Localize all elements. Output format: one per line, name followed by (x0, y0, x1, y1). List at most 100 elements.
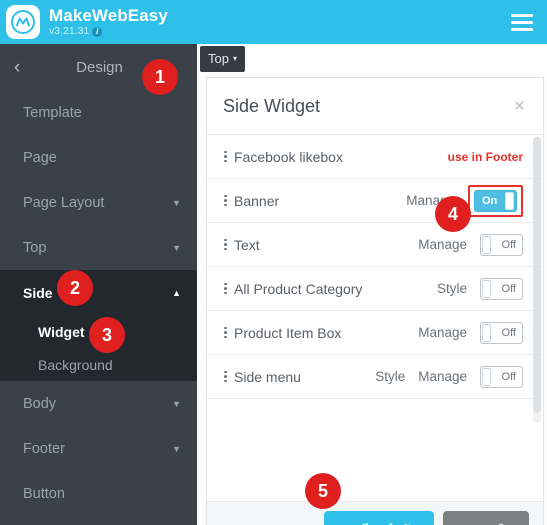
side-widget-panel: Side Widget × Facebook likebox use in Fo… (206, 77, 544, 525)
widget-toggle[interactable]: On (474, 189, 517, 212)
panel-footer: ✔ เรียงลำดับ ✖ ยกเลิก (207, 501, 543, 525)
sidebar-item-top[interactable]: Top ▼ (0, 225, 197, 270)
app-root: MakeWebEasy v3.21.31 i ‹ Design Template… (0, 0, 547, 525)
table-row[interactable]: Side menu Style Manage Off (207, 355, 543, 399)
row-actions: use in Footer (448, 150, 523, 164)
usage-note: use in Footer (447, 149, 523, 164)
close-icon[interactable]: × (514, 97, 525, 116)
widget-toggle[interactable]: Off (480, 321, 523, 344)
content-area: Top ▾ Side Widget × Facebook likebox use… (197, 44, 547, 525)
drag-handle-icon[interactable] (220, 282, 231, 295)
widget-list: Facebook likebox use in Footer Banner Ma… (207, 135, 543, 501)
widget-name: All Product Category (234, 280, 363, 297)
toggle-label: Off (501, 370, 516, 383)
drag-handle-icon[interactable] (220, 326, 231, 339)
widget-toggle[interactable]: Off (480, 365, 523, 388)
widget-toggle[interactable]: Off (480, 277, 523, 300)
panel-header: Side Widget × (207, 78, 543, 135)
sidebar-item-label: Page Layout (23, 194, 105, 211)
sidebar-item-button[interactable]: Button (0, 471, 197, 516)
drag-handle-icon[interactable] (220, 238, 231, 251)
toggle-knob (505, 191, 514, 210)
toggle-label: Off (501, 238, 516, 251)
content-topbar: Top ▾ (197, 44, 547, 72)
table-row[interactable]: Banner Manage On (207, 179, 543, 223)
sidebar-item-template[interactable]: Template (0, 90, 197, 135)
sort-confirm-button[interactable]: ✔ เรียงลำดับ (324, 510, 434, 525)
toggle-knob (482, 323, 491, 342)
style-link[interactable]: Style (437, 281, 467, 296)
sidebar: ‹ Design Template Page Page Layout ▼ Top… (0, 44, 197, 525)
sidebar-item-label: Template (23, 104, 82, 121)
sidebar-item-page-layout[interactable]: Page Layout ▼ (0, 180, 197, 225)
row-actions: Style Off (437, 277, 523, 300)
cancel-button[interactable]: ✖ ยกเลิก (442, 510, 529, 525)
table-row[interactable]: Text Manage Off (207, 223, 543, 267)
makewebeasy-logo-icon (6, 5, 40, 39)
sidebar-item-label: Side (23, 284, 53, 301)
toggle-highlight-marker: On (468, 184, 523, 217)
manage-link[interactable]: Manage (418, 369, 467, 384)
sidebar-subitem-label: Widget (38, 323, 85, 340)
brand-name: MakeWebEasy (49, 6, 168, 26)
brand-header: MakeWebEasy v3.21.31 i (0, 0, 547, 44)
manage-link[interactable]: Manage (418, 325, 467, 340)
sort-confirm-label: เรียงลำดับ (357, 520, 419, 525)
chevron-down-icon: ▼ (172, 443, 181, 454)
step-badge-4: 4 (435, 196, 471, 232)
step-badge-2: 2 (57, 270, 93, 306)
drag-handle-icon[interactable] (220, 370, 231, 383)
toggle-knob (482, 235, 491, 254)
sidebar-item-background[interactable]: Background (0, 348, 197, 381)
table-row[interactable]: Facebook likebox use in Footer (207, 135, 543, 179)
top-section-dropdown[interactable]: Top ▾ (200, 46, 245, 72)
toggle-label: On (482, 194, 498, 207)
manage-link[interactable]: Manage (418, 237, 467, 252)
table-row[interactable]: Product Item Box Manage Off (207, 311, 543, 355)
row-actions: Manage Off (418, 233, 523, 256)
widget-name: Facebook likebox (234, 148, 343, 165)
chevron-down-icon: ▼ (172, 197, 181, 208)
sidebar-item-label: Top (23, 239, 47, 256)
toggle-knob (482, 279, 491, 298)
sidebar-item-footer[interactable]: Footer ▼ (0, 426, 197, 471)
chevron-down-icon: ▼ (172, 398, 181, 409)
widget-name: Product Item Box (234, 324, 342, 341)
top-section-label: Top (208, 51, 229, 66)
step-badge-1: 1 (142, 59, 178, 95)
step-badge-5: 5 (305, 473, 341, 509)
widget-name: Text (234, 236, 260, 253)
panel-title: Side Widget (223, 95, 321, 116)
toggle-label: Off (501, 282, 516, 295)
sidebar-item-label: Page (23, 149, 57, 166)
sidebar-item-side[interactable]: Side ▲ (0, 270, 197, 315)
toggle-label: Off (501, 326, 516, 339)
hamburger-menu-icon[interactable] (511, 13, 533, 31)
sidebar-subitem-label: Background (38, 356, 113, 373)
widget-name: Side menu (234, 368, 301, 385)
sidebar-item-label: Footer (23, 440, 65, 457)
drag-handle-icon[interactable] (220, 194, 231, 207)
toggle-knob (482, 367, 491, 386)
list-scrollbar[interactable] (533, 137, 541, 423)
sidebar-item-label: Body (23, 395, 57, 412)
brand-version: v3.21.31 (49, 25, 90, 38)
brand-text-block: MakeWebEasy v3.21.31 i (49, 7, 168, 37)
chevron-down-icon: ▼ (172, 242, 181, 253)
table-row[interactable]: All Product Category Style Off (207, 267, 543, 311)
back-chevron-icon[interactable]: ‹ (14, 58, 34, 77)
row-actions: Style Manage Off (375, 365, 523, 388)
chevron-down-icon: ▾ (232, 54, 237, 63)
sidebar-item-page[interactable]: Page (0, 135, 197, 180)
chevron-up-icon: ▲ (172, 287, 181, 298)
scrollbar-thumb[interactable] (533, 137, 541, 413)
row-actions: Manage Off (418, 321, 523, 344)
brand-version-row: v3.21.31 i (49, 26, 168, 37)
info-icon[interactable]: i (92, 26, 103, 37)
sidebar-item-body[interactable]: Body ▼ (0, 381, 197, 426)
sidebar-item-label: Button (23, 485, 65, 502)
drag-handle-icon[interactable] (220, 150, 231, 163)
style-link[interactable]: Style (375, 369, 405, 384)
step-badge-3: 3 (89, 317, 125, 353)
widget-toggle[interactable]: Off (480, 233, 523, 256)
